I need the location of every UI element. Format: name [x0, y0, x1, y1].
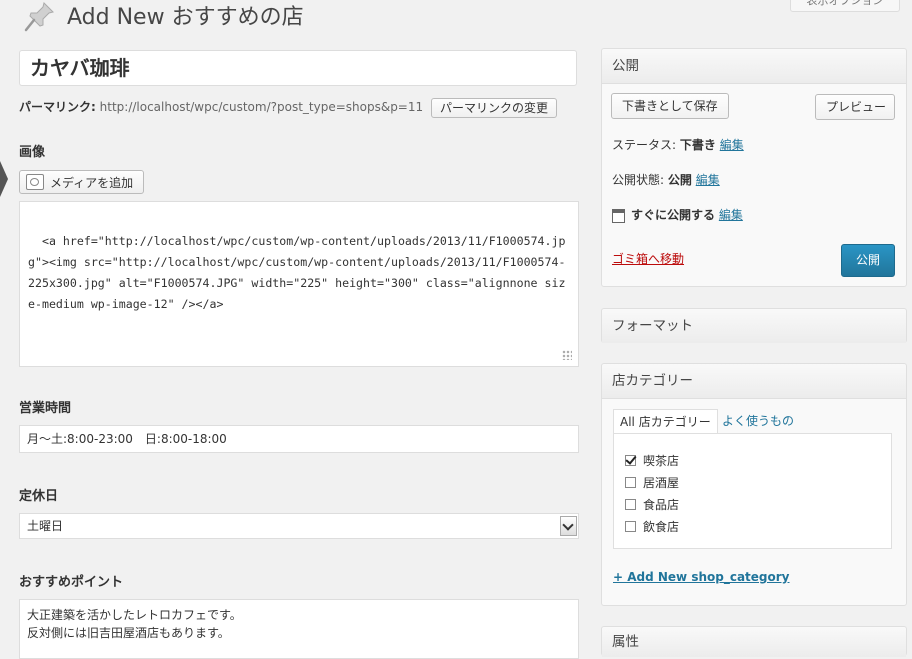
resize-handle-icon[interactable] — [562, 350, 572, 360]
schedule-edit-link[interactable]: 編集 — [719, 208, 743, 222]
checkbox[interactable] — [625, 477, 636, 488]
change-permalink-button[interactable]: パーマリンクの変更 — [430, 97, 557, 118]
permalink-row: パーマリンク: http://localhost/wpc/custom/?pos… — [19, 97, 557, 118]
screen-options-button[interactable]: 表示オプション — [790, 0, 900, 12]
publish-box-title[interactable]: 公開 — [602, 49, 906, 84]
visibility-label: 公開状態: — [612, 173, 665, 187]
attributes-box: 属性 — [601, 626, 907, 657]
pushpin-icon — [24, 2, 54, 32]
tab-popular-categories[interactable]: よく使うもの — [722, 409, 794, 434]
page-title: Add New おすすめの店 — [67, 5, 304, 30]
category-label: 居酒屋 — [643, 476, 680, 490]
checkbox-checked[interactable] — [625, 455, 636, 466]
holiday-select[interactable]: 土曜日 — [19, 513, 579, 539]
visibility-row: 公開状態: 公開 編集 — [612, 171, 720, 188]
add-new-category-link[interactable]: + Add New shop_category — [613, 570, 790, 584]
visibility-value: 公開 — [667, 173, 692, 187]
status-label: ステータス: — [612, 138, 677, 152]
hours-input[interactable]: 月〜土:8:00-23:00 日:8:00-18:00 — [19, 425, 579, 453]
publish-button[interactable]: 公開 — [841, 244, 895, 277]
category-item[interactable]: 食品店 — [625, 496, 679, 513]
attributes-box-title[interactable]: 属性 — [602, 627, 906, 657]
category-item[interactable]: 居酒屋 — [625, 474, 679, 491]
format-box: フォーマット — [601, 308, 907, 343]
category-box-title[interactable]: 店カテゴリー — [602, 364, 906, 399]
recommend-field-label: おすすめポイント — [19, 575, 124, 590]
permalink-label: パーマリンク: — [19, 100, 96, 114]
holiday-field-label: 定休日 — [19, 489, 59, 504]
add-media-button[interactable]: メディアを追加 — [19, 170, 145, 194]
save-draft-button[interactable]: 下書きとして保存 — [611, 93, 729, 119]
recommend-line: 反対側には旧吉田屋酒店もあります。 — [27, 626, 230, 640]
chevron-down-icon[interactable] — [560, 516, 577, 536]
checkbox[interactable] — [625, 499, 636, 510]
status-value: 下書き — [679, 138, 716, 152]
move-to-trash-link[interactable]: ゴミ箱へ移動 — [612, 250, 684, 267]
recommend-textarea[interactable]: 大正建築を活かしたレトロカフェです。 反対側には旧吉田屋酒店もあります。 — [19, 599, 579, 659]
category-label: 飲食店 — [643, 520, 680, 534]
preview-button[interactable]: プレビュー — [815, 94, 895, 120]
post-title-input[interactable]: カヤバ珈琲 — [19, 50, 577, 86]
calendar-icon — [612, 208, 625, 223]
collapse-arrow-icon[interactable] — [0, 161, 8, 197]
holiday-selected-value: 土曜日 — [27, 519, 64, 533]
permalink-url[interactable]: http://localhost/wpc/custom/?post_type=s… — [100, 100, 424, 114]
add-media-label: メディアを追加 — [50, 175, 134, 190]
schedule-text: すぐに公開する — [631, 208, 716, 222]
image-html-textarea[interactable]: <a href="http://localhost/wpc/custom/wp-… — [19, 201, 579, 367]
status-edit-link[interactable]: 編集 — [720, 138, 744, 152]
format-box-title[interactable]: フォーマット — [602, 309, 906, 343]
category-item[interactable]: 喫茶店 — [625, 452, 679, 469]
category-label: 食品店 — [643, 498, 680, 512]
category-item[interactable]: 飲食店 — [625, 518, 679, 535]
tab-all-categories[interactable]: All 店カテゴリー — [613, 409, 718, 434]
status-row: ステータス: 下書き 編集 — [612, 136, 744, 153]
category-checklist: 喫茶店 居酒屋 食品店 飲食店 — [613, 433, 892, 549]
media-icon — [26, 174, 44, 190]
category-label: 喫茶店 — [643, 454, 680, 468]
schedule-row: すぐに公開する 編集 — [612, 206, 743, 223]
checkbox[interactable] — [625, 521, 636, 532]
recommend-line: 大正建築を活かしたレトロカフェです。 — [27, 608, 242, 622]
hours-field-label: 営業時間 — [19, 401, 72, 416]
visibility-edit-link[interactable]: 編集 — [696, 173, 720, 187]
image-html-content: <a href="http://localhost/wpc/custom/wp-… — [28, 234, 566, 311]
image-field-label: 画像 — [19, 145, 46, 160]
